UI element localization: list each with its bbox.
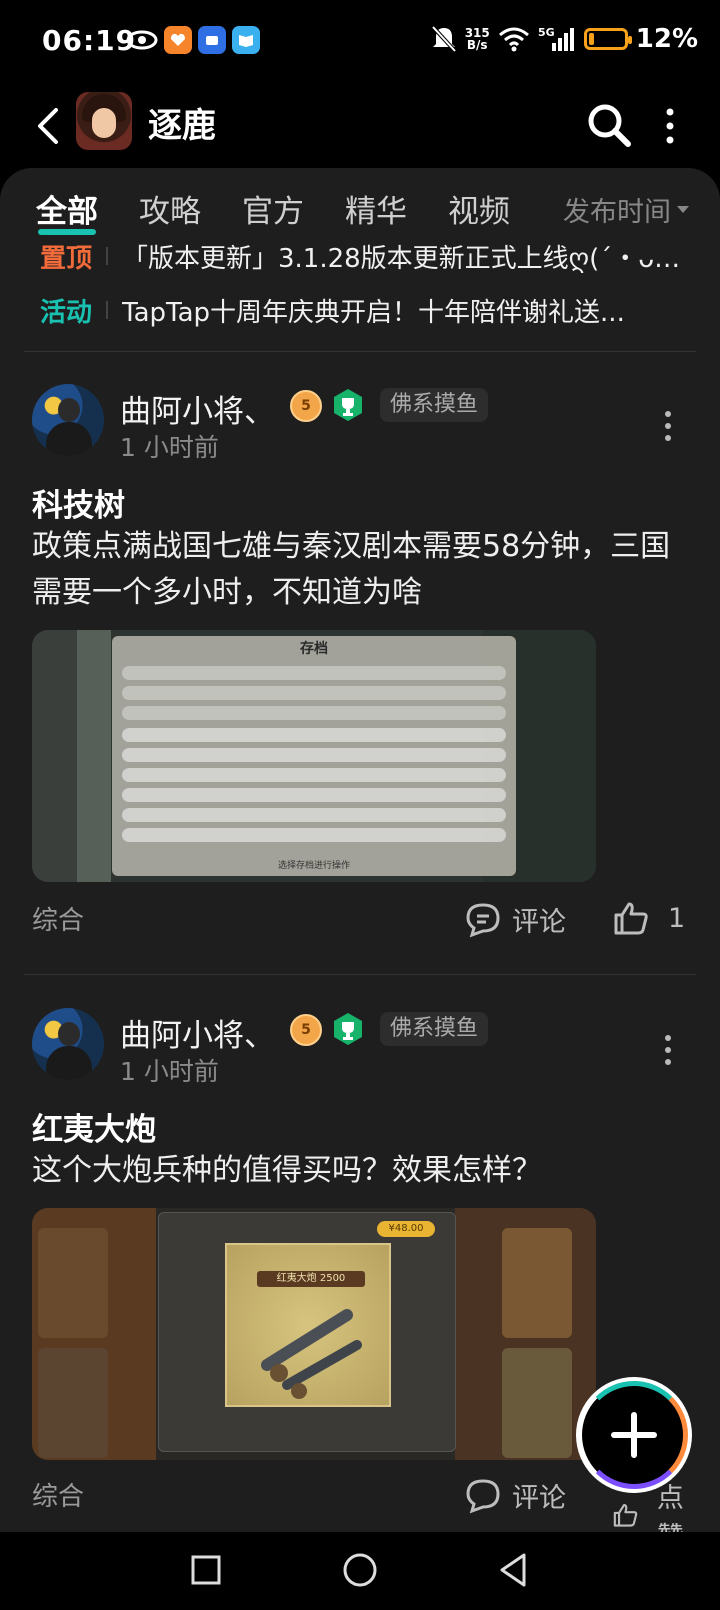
post-time: 1 小时前 xyxy=(120,1057,219,1086)
tab-featured[interactable]: 精华 xyxy=(345,186,407,231)
post-body: 这个大炮兵种的值得买吗？效果怎样？ xyxy=(32,1153,542,1188)
level-badge-icon: 5 xyxy=(290,1014,322,1046)
eye-icon xyxy=(126,30,158,50)
new-post-button[interactable] xyxy=(580,1381,688,1489)
pinned-post[interactable]: 置顶 「版本更新」3.1.28版本更新正式上线ღ(´・ᴗ・... xyxy=(40,236,690,276)
comment-label: 评论 xyxy=(512,907,566,938)
tab-video[interactable]: 视频 xyxy=(448,186,510,231)
trophy-badge-icon xyxy=(334,389,362,421)
author-avatar[interactable] xyxy=(32,1008,104,1080)
search-icon[interactable] xyxy=(584,100,634,150)
divider xyxy=(24,351,696,352)
comment-button[interactable]: 评论 xyxy=(464,900,566,939)
post-footer: 综合 评论 1 xyxy=(32,900,692,940)
post-body: 政策点满战国七雄与秦汉剧本需要58分钟，三国需要一个多小时，不知道为啥 xyxy=(32,529,671,610)
tab-all[interactable]: 全部 xyxy=(36,186,98,235)
net-speed: 315 B/s xyxy=(464,26,490,52)
post-card[interactable]: 曲阿小将、 5 佛系摸鱼 1 小时前 科技树 政策点满战国七雄与秦汉剧本需要58… xyxy=(0,384,720,964)
save-footer: 选择存档进行操作 xyxy=(277,861,350,871)
post-title: 红夷大炮 xyxy=(32,1112,156,1148)
separator xyxy=(106,301,109,319)
caret-down-icon xyxy=(677,206,689,213)
separator xyxy=(106,247,108,265)
battery-percent: 12% xyxy=(635,24,698,54)
divider xyxy=(24,974,696,975)
general-card xyxy=(38,1228,108,1338)
battery-icon xyxy=(583,28,632,50)
thumbs-up-icon xyxy=(613,1504,638,1527)
post-title: 科技树 xyxy=(32,488,125,524)
back-nav-icon[interactable] xyxy=(494,1550,534,1590)
like-button[interactable]: 1 xyxy=(612,900,685,936)
general-card xyxy=(502,1228,572,1338)
status-app-icons xyxy=(126,26,260,54)
general-card xyxy=(38,1348,108,1458)
app-blue-icon xyxy=(198,26,226,54)
back-icon[interactable] xyxy=(30,102,66,150)
pinned-title: 「版本更新」3.1.28版本更新正式上线ღ(´・ᴗ・... xyxy=(121,243,690,274)
tab-guides[interactable]: 攻略 xyxy=(139,186,201,231)
comment-button[interactable]: 评论 xyxy=(464,1476,566,1515)
event-title: TapTap十周年庆典开启！十年陪伴谢礼送... xyxy=(122,297,625,328)
post-more-icon[interactable] xyxy=(662,408,674,444)
author-name[interactable]: 曲阿小将、 xyxy=(120,386,275,431)
5g-signal-icon: 5G xyxy=(538,26,574,51)
home-icon[interactable] xyxy=(340,1550,380,1590)
price-badge: ¥48.00 xyxy=(377,1221,435,1237)
wifi-icon xyxy=(498,27,529,52)
post-more-icon[interactable] xyxy=(662,1032,674,1068)
page-title: 逐鹿 xyxy=(148,106,216,146)
app-orange-icon xyxy=(164,26,192,54)
event-post[interactable]: 活动 TapTap十周年庆典开启！十年陪伴谢礼送... xyxy=(40,290,690,330)
like-label: 点赞 xyxy=(656,1483,684,1532)
comment-label: 评论 xyxy=(512,1483,566,1514)
unit-card: ¥48.00 红夷大炮 2500 xyxy=(158,1212,456,1452)
author-avatar[interactable] xyxy=(32,384,104,456)
sort-dropdown[interactable]: 发布时间 xyxy=(563,190,689,229)
recent-apps-icon[interactable] xyxy=(186,1550,226,1590)
post-image[interactable]: ¥48.00 红夷大炮 2500 xyxy=(32,1208,596,1460)
more-vertical-icon[interactable] xyxy=(660,104,680,148)
forum-content: 全部 攻略 官方 精华 视频 发布时间 置顶 「版本更新」3.1.28版本更新正… xyxy=(0,168,720,1532)
pinned-tag: 置顶 xyxy=(40,243,93,274)
unit-map: 红夷大炮 2500 xyxy=(225,1243,391,1407)
user-tag: 佛系摸鱼 xyxy=(380,1012,489,1046)
tab-official[interactable]: 官方 xyxy=(242,186,304,231)
game-avatar[interactable] xyxy=(76,92,132,150)
post-footer: 综合 评论 点赞 xyxy=(32,1476,692,1532)
cannon-icon xyxy=(261,1309,362,1399)
author-name[interactable]: 曲阿小将、 xyxy=(120,1010,275,1055)
status-bar: 06:19 315 B/s 5G 12% xyxy=(0,0,720,84)
post-image[interactable]: 存档 选择存档进行操作 xyxy=(32,630,596,882)
save-panel: 存档 选择存档进行操作 xyxy=(112,636,516,876)
trophy-badge-icon xyxy=(334,1013,362,1045)
like-count: 1 xyxy=(668,902,686,934)
mute-icon xyxy=(431,25,457,53)
svg-text:5G: 5G xyxy=(538,26,555,39)
app-book-icon xyxy=(232,26,260,54)
comment-icon xyxy=(466,1478,500,1513)
event-tag: 活动 xyxy=(40,297,93,328)
system-nav-bar xyxy=(0,1532,720,1610)
level-badge-icon: 5 xyxy=(290,390,322,422)
save-title: 存档 xyxy=(300,641,328,657)
comment-icon xyxy=(466,902,500,937)
thumbs-up-icon xyxy=(614,902,648,935)
post-category[interactable]: 综合 xyxy=(32,900,84,937)
status-right: 315 B/s 5G 12% xyxy=(431,24,698,54)
status-time: 06:19 xyxy=(42,24,137,57)
sort-label: 发布时间 xyxy=(563,197,671,228)
plus-icon xyxy=(611,1412,657,1458)
post-category[interactable]: 综合 xyxy=(32,1476,84,1513)
general-card xyxy=(502,1348,572,1458)
top-app-bar: 逐鹿 xyxy=(0,84,720,172)
post-time: 1 小时前 xyxy=(120,433,219,462)
user-tag: 佛系摸鱼 xyxy=(380,388,489,422)
